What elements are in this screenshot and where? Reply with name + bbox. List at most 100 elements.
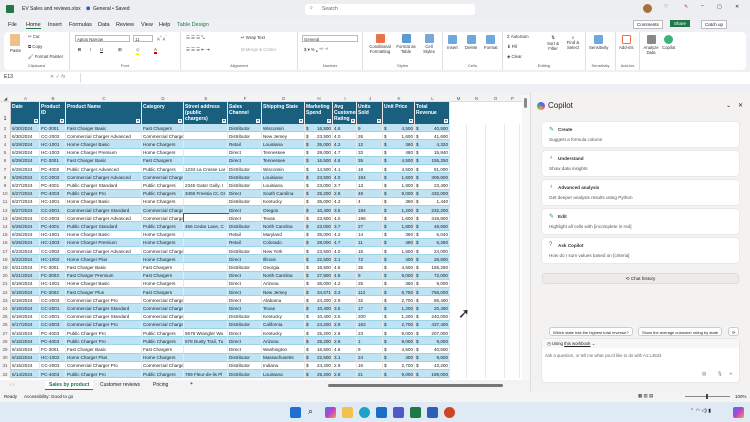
- table-cell[interactable]: $9,000: [383, 329, 415, 338]
- empty-cell[interactable]: [486, 230, 505, 239]
- table-cell[interactable]: Direct: [228, 345, 262, 354]
- empty-cell[interactable]: [450, 320, 467, 329]
- table-cell[interactable]: New Jersey: [262, 132, 305, 141]
- empty-cell[interactable]: [450, 230, 467, 239]
- empty-cell[interactable]: [486, 345, 505, 354]
- name-box[interactable]: E13: [4, 74, 13, 80]
- number-format-buttons[interactable]: $ ▾ % ❟ ⁺⁰ ⁻⁰: [304, 47, 328, 53]
- row-number[interactable]: 16: [0, 238, 11, 247]
- table-cell[interactable]: Direct: [228, 255, 262, 264]
- table-cell[interactable]: 6/30/2024: [11, 124, 40, 133]
- sheet-tab-pricing[interactable]: Pricing: [153, 382, 168, 388]
- empty-cell[interactable]: [486, 189, 505, 198]
- column-header-P[interactable]: P: [505, 96, 520, 101]
- table-cell[interactable]: PC-4002: [40, 165, 66, 174]
- microphone-icon[interactable]: 🎙: [717, 371, 722, 377]
- table-cell[interactable]: $4,500: [383, 263, 415, 272]
- row-number[interactable]: 19: [0, 263, 11, 272]
- table-cell[interactable]: Home Chargers: [142, 238, 184, 247]
- table-cell[interactable]: Commercial Chargers: [142, 296, 184, 305]
- empty-cell[interactable]: [486, 279, 505, 288]
- empty-cell[interactable]: [505, 197, 520, 206]
- underline-button[interactable]: U: [100, 47, 103, 52]
- table-cell[interactable]: HC-1002: [40, 255, 66, 264]
- table-cell[interactable]: 6/14/2024: [11, 370, 40, 379]
- zoom-slider-thumb[interactable]: [706, 394, 708, 399]
- table-cell[interactable]: CC-2002: [40, 247, 66, 256]
- table-cell[interactable]: $16,500: [305, 124, 333, 133]
- empty-cell[interactable]: [467, 247, 486, 256]
- spreadsheet-grid[interactable]: ◢ A B C D E F G H I J K L M N O P 1 Date ▾ Product ID ▾ Produ…: [0, 95, 530, 380]
- table-cell[interactable]: 4.6: [333, 156, 357, 165]
- restore-button[interactable]: ▢: [717, 4, 722, 10]
- table-cell[interactable]: 5678 Wrangler Wa: [184, 329, 228, 338]
- table-cell[interactable]: 4.0: [333, 214, 357, 223]
- analyze-data-button[interactable]: Analyze Data: [642, 35, 660, 55]
- table-cell[interactable]: 9: [357, 271, 383, 280]
- table-cell[interactable]: HC-1001: [40, 197, 66, 206]
- row-number[interactable]: 1: [0, 102, 11, 124]
- empty-cell[interactable]: [505, 222, 520, 231]
- table-cell[interactable]: Home Chargers: [142, 140, 184, 149]
- table-cell[interactable]: 6/25/2024: [11, 238, 40, 247]
- table-cell[interactable]: 2.8: [333, 189, 357, 198]
- table-cell[interactable]: PC-4003: [40, 329, 66, 338]
- copilot-card-create[interactable]: ✎ Create Suggest a formula column: [542, 122, 739, 147]
- table-cell[interactable]: 1: [357, 337, 383, 346]
- table-cell[interactable]: $23,500: [305, 132, 333, 141]
- table-cell[interactable]: $309,600: [415, 173, 450, 182]
- empty-cell[interactable]: [505, 320, 520, 329]
- table-cell[interactable]: Distributor: [228, 361, 262, 370]
- empty-cell[interactable]: [486, 329, 505, 338]
- table-cell[interactable]: Direct: [228, 337, 262, 346]
- empty-cell[interactable]: [505, 288, 520, 297]
- table-cell[interactable]: $360: [383, 197, 415, 206]
- table-cell[interactable]: Commercial Charger Advanced: [66, 214, 142, 223]
- row-number[interactable]: 2: [0, 124, 11, 133]
- table-cell[interactable]: Public Charger Pro: [66, 329, 142, 338]
- empty-cell[interactable]: [467, 337, 486, 346]
- table-cell[interactable]: Washington: [262, 345, 305, 354]
- filter-dropdown-icon[interactable]: ▾: [351, 119, 355, 123]
- table-cell[interactable]: Texas: [262, 214, 305, 223]
- table-cell[interactable]: 6/19/2024: [11, 312, 40, 321]
- table-cell[interactable]: 6/25/2024: [11, 230, 40, 239]
- empty-cell[interactable]: [486, 181, 505, 190]
- table-cell[interactable]: 2.8: [333, 329, 357, 338]
- empty-cell[interactable]: [450, 271, 467, 280]
- table-cell[interactable]: 3.5: [333, 304, 357, 313]
- table-cell[interactable]: $35,000: [305, 197, 333, 206]
- column-header-O[interactable]: O: [486, 96, 505, 101]
- tab-formulas[interactable]: Formulas: [69, 22, 92, 28]
- table-cell[interactable]: $9,600: [415, 353, 450, 362]
- table-cell[interactable]: $316,800: [415, 214, 450, 223]
- table-cell[interactable]: Tennessee: [262, 148, 305, 157]
- empty-cell[interactable]: [505, 214, 520, 223]
- table-cell[interactable]: Georgia: [262, 263, 305, 272]
- empty-cell[interactable]: [467, 296, 486, 305]
- table-cell[interactable]: $9,000: [415, 337, 450, 346]
- table-cell[interactable]: 33: [357, 148, 383, 157]
- table-cell[interactable]: Home Charger Premium: [66, 148, 142, 157]
- table-cell[interactable]: $28,800: [415, 255, 450, 264]
- table-cell[interactable]: Direct: [228, 329, 262, 338]
- column-header-L[interactable]: L: [415, 96, 450, 101]
- table-cell[interactable]: 6/27/2024: [11, 181, 40, 190]
- pen-icon[interactable]: ✎: [684, 4, 688, 10]
- table-cell[interactable]: Commercial Chargers: [142, 206, 184, 215]
- table-cell[interactable]: Louisiana: [262, 173, 305, 182]
- table-cell[interactable]: 9: [357, 124, 383, 133]
- table-cell[interactable]: Home Chargers: [142, 353, 184, 362]
- sensitivity-button[interactable]: Sensitivity: [589, 35, 608, 50]
- copilot-input-box[interactable]: ◷ Using this workbook ⌄ Ask a question, …: [542, 339, 739, 382]
- add-sheet-button[interactable]: +: [190, 381, 193, 387]
- tab-view[interactable]: View: [141, 22, 153, 28]
- table-cell[interactable]: Distributor: [228, 353, 262, 362]
- table-cell[interactable]: HC-1001: [40, 279, 66, 288]
- empty-cell[interactable]: [467, 214, 486, 223]
- table-cell[interactable]: PC-4001: [40, 222, 66, 231]
- table-cell[interactable]: Direct: [228, 304, 262, 313]
- table-cell[interactable]: Home Chargers: [142, 197, 184, 206]
- lightbulb-icon[interactable]: ♡: [664, 4, 668, 10]
- column-header-cell[interactable]: Date ▾: [11, 102, 40, 124]
